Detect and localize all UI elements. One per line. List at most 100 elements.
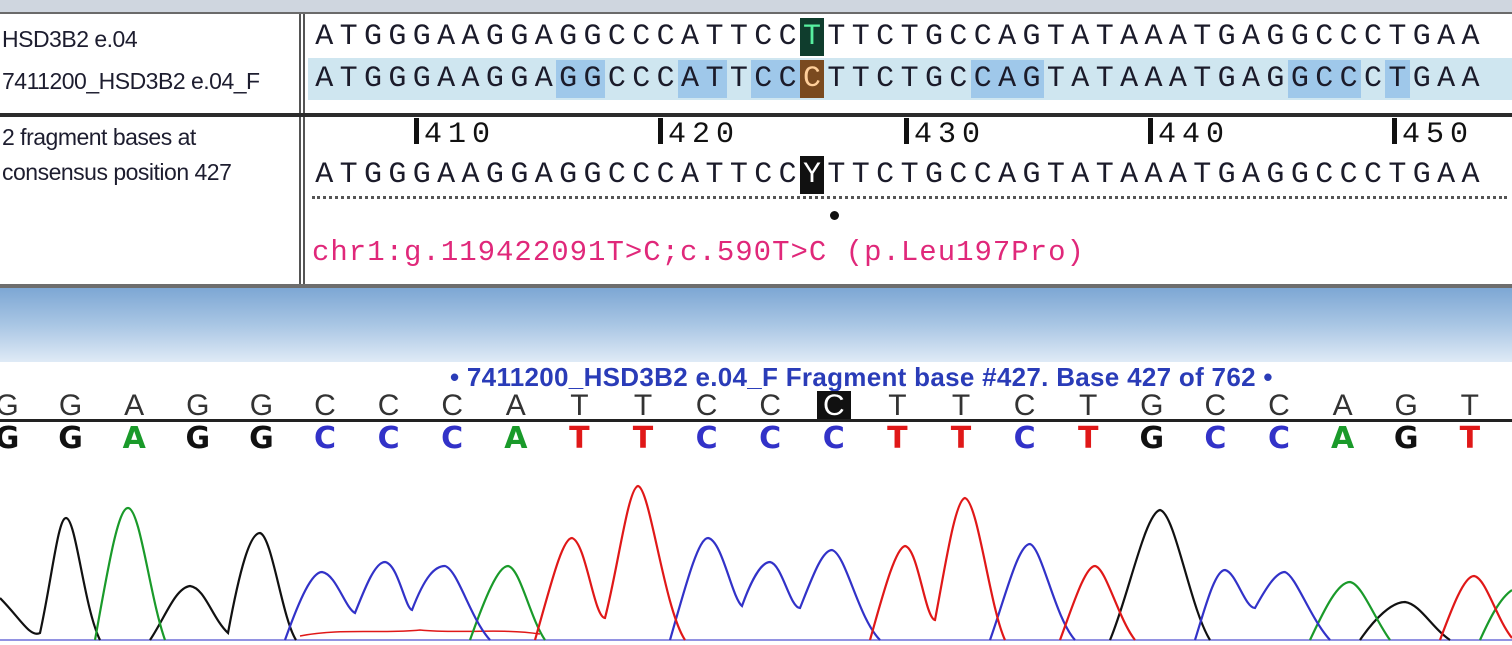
base-cell[interactable]: C (751, 156, 775, 194)
base-cell[interactable]: T (1044, 156, 1068, 194)
base-cell[interactable]: T (1093, 60, 1117, 98)
base-cell[interactable]: C (1361, 18, 1385, 56)
base-cell[interactable]: C (653, 60, 677, 98)
base-cell[interactable]: T (727, 18, 751, 56)
base-call[interactable]: C (1262, 391, 1296, 421)
base-cell[interactable]: G (483, 60, 507, 98)
base-cell[interactable]: A (1458, 18, 1482, 56)
base-cell[interactable]: G (1019, 156, 1043, 194)
base-call[interactable]: G (54, 391, 88, 421)
colored-base-call[interactable]: G (181, 422, 215, 456)
base-cell[interactable]: T (849, 18, 873, 56)
base-cell[interactable]: A (1141, 60, 1165, 98)
base-cell[interactable]: Y (799, 156, 825, 194)
base-cell[interactable]: A (678, 18, 702, 56)
base-cell[interactable]: A (434, 156, 458, 194)
base-cell[interactable]: G (922, 18, 946, 56)
base-cell[interactable]: G (385, 60, 409, 98)
base-cell[interactable]: T (1093, 18, 1117, 56)
base-cell[interactable]: T (702, 18, 726, 56)
base-cell[interactable]: G (361, 60, 385, 98)
base-cell[interactable]: G (1263, 60, 1287, 98)
colored-base-call[interactable]: T (1071, 422, 1105, 456)
base-cell[interactable]: T (897, 60, 921, 98)
base-cell[interactable]: T (727, 60, 751, 98)
base-cell[interactable]: G (580, 60, 605, 98)
base-cell[interactable]: C (751, 60, 776, 98)
base-cell[interactable]: A (1239, 156, 1263, 194)
base-cell[interactable]: C (1312, 156, 1336, 194)
base-call[interactable]: G (181, 391, 215, 421)
base-cell[interactable]: C (1336, 60, 1361, 98)
base-call[interactable]: A (117, 391, 151, 421)
base-call[interactable]: C (1198, 391, 1232, 421)
base-cell[interactable]: A (1117, 156, 1141, 194)
base-cell[interactable]: T (1385, 156, 1409, 194)
base-cell[interactable]: A (1166, 156, 1190, 194)
base-cell[interactable]: T (727, 156, 751, 194)
base-cell[interactable]: G (556, 18, 580, 56)
base-cell[interactable]: C (775, 156, 799, 194)
base-cell[interactable]: A (995, 18, 1019, 56)
base-cell[interactable]: C (1336, 18, 1360, 56)
base-cell[interactable]: C (946, 18, 970, 56)
base-cell[interactable]: C (653, 156, 677, 194)
base-call[interactable]: G (0, 391, 24, 421)
base-cell[interactable]: A (1117, 18, 1141, 56)
base-cell[interactable]: A (1239, 18, 1263, 56)
base-cell[interactable]: A (1141, 156, 1165, 194)
base-cell[interactable]: G (1214, 60, 1238, 98)
base-cell[interactable]: A (458, 156, 482, 194)
base-cell[interactable]: C (751, 18, 775, 56)
base-cell[interactable]: C (629, 18, 653, 56)
base-cell[interactable]: A (434, 18, 458, 56)
base-cell[interactable]: T (1044, 60, 1068, 98)
base-call[interactable]: C (690, 391, 724, 421)
base-cell[interactable]: T (1190, 60, 1214, 98)
base-cell[interactable]: A (678, 156, 702, 194)
base-cell[interactable]: C (1361, 60, 1385, 98)
base-call[interactable]: C (308, 391, 342, 421)
base-cell[interactable]: G (580, 156, 604, 194)
base-cell[interactable]: C (970, 60, 995, 98)
base-cell[interactable]: G (385, 18, 409, 56)
base-call[interactable]: T (562, 391, 596, 421)
base-cell[interactable]: A (434, 60, 458, 98)
base-cell[interactable]: G (507, 18, 531, 56)
colored-base-call[interactable]: C (1008, 422, 1042, 456)
base-cell[interactable]: G (361, 18, 385, 56)
base-cell[interactable]: T (336, 18, 360, 56)
base-cell[interactable]: G (1214, 156, 1238, 194)
base-cell[interactable]: T (702, 156, 726, 194)
base-cell[interactable]: G (1287, 60, 1313, 98)
base-cell[interactable]: A (1166, 18, 1190, 56)
base-cell[interactable]: G (410, 156, 434, 194)
base-cell[interactable]: C (946, 156, 970, 194)
base-call[interactable]: C (753, 391, 787, 421)
base-cell[interactable]: G (410, 18, 434, 56)
colored-base-call[interactable]: G (54, 422, 88, 456)
colored-base-call[interactable]: C (753, 422, 787, 456)
base-cell[interactable]: G (483, 18, 507, 56)
colored-base-call[interactable]: C (690, 422, 724, 456)
base-cell[interactable]: G (1263, 18, 1287, 56)
base-cell[interactable]: T (824, 60, 848, 98)
colored-base-call[interactable]: C (817, 422, 851, 456)
colored-base-call[interactable]: T (1453, 422, 1487, 456)
consensus-sequence[interactable]: ATGGGAAGGAGGCCCATTCCYTTCTGCCAGTATAAATGAG… (312, 156, 1483, 194)
base-cell[interactable]: G (385, 156, 409, 194)
colored-base-call[interactable]: T (944, 422, 978, 456)
base-cell[interactable]: C (775, 18, 799, 56)
colored-base-call[interactable]: T (880, 422, 914, 456)
base-cell[interactable]: T (1385, 18, 1409, 56)
colored-base-call[interactable]: C (308, 422, 342, 456)
base-cell[interactable]: T (1385, 60, 1410, 98)
base-cell[interactable]: C (629, 156, 653, 194)
base-cell[interactable]: A (1458, 156, 1482, 194)
base-cell[interactable]: C (946, 60, 970, 98)
base-cell[interactable]: T (336, 60, 360, 98)
colored-base-call[interactable]: G (1389, 422, 1423, 456)
base-cell[interactable]: G (1019, 60, 1044, 98)
base-call[interactable]: G (1389, 391, 1423, 421)
base-cell[interactable]: C (971, 156, 995, 194)
